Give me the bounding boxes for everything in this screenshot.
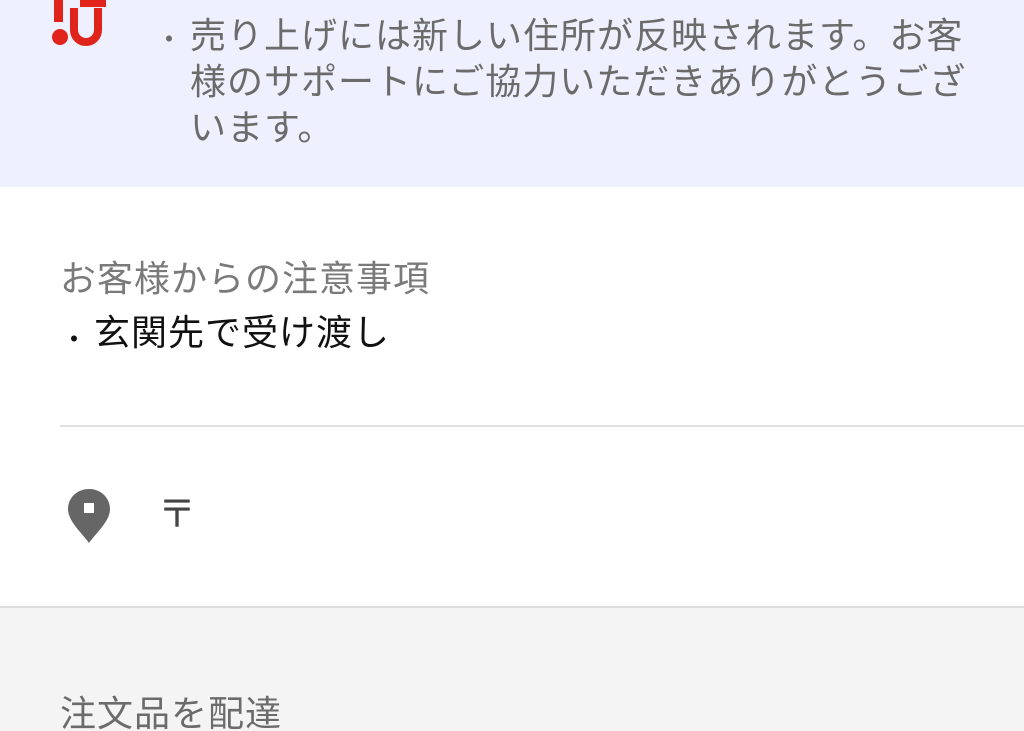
customer-notes-heading: お客様からの注意事項 bbox=[60, 259, 431, 300]
address-row[interactable]: 〒 bbox=[0, 467, 1024, 577]
customer-notes-section: お客様からの注意事項 ・ 玄関先で受け渡し 〒 bbox=[0, 187, 1024, 607]
order-delivery-heading: 注文品を配達 bbox=[60, 694, 283, 731]
notice-banner: ・ 売り上げには新しい住所が反映されます。お客様のサポートにご協力いただきありが… bbox=[0, 0, 1024, 187]
brand-logo-icon bbox=[52, 0, 106, 46]
note-bullet: ・ bbox=[60, 323, 89, 356]
notice-bullet: ・ bbox=[155, 23, 184, 56]
location-pin-icon bbox=[68, 489, 110, 543]
divider bbox=[60, 425, 1024, 427]
order-delivery-section: 注文品を配達 bbox=[0, 608, 1024, 731]
notice-text: 売り上げには新しい住所が反映されます。お客様のサポートにご協力いただきありがとう… bbox=[190, 16, 967, 149]
order-detail-page: ・ 売り上げには新しい住所が反映されます。お客様のサポートにご協力いただきありが… bbox=[0, 0, 1024, 731]
postal-code-mark: 〒 bbox=[158, 492, 197, 536]
note-item: 玄関先で受け渡し bbox=[94, 313, 391, 354]
